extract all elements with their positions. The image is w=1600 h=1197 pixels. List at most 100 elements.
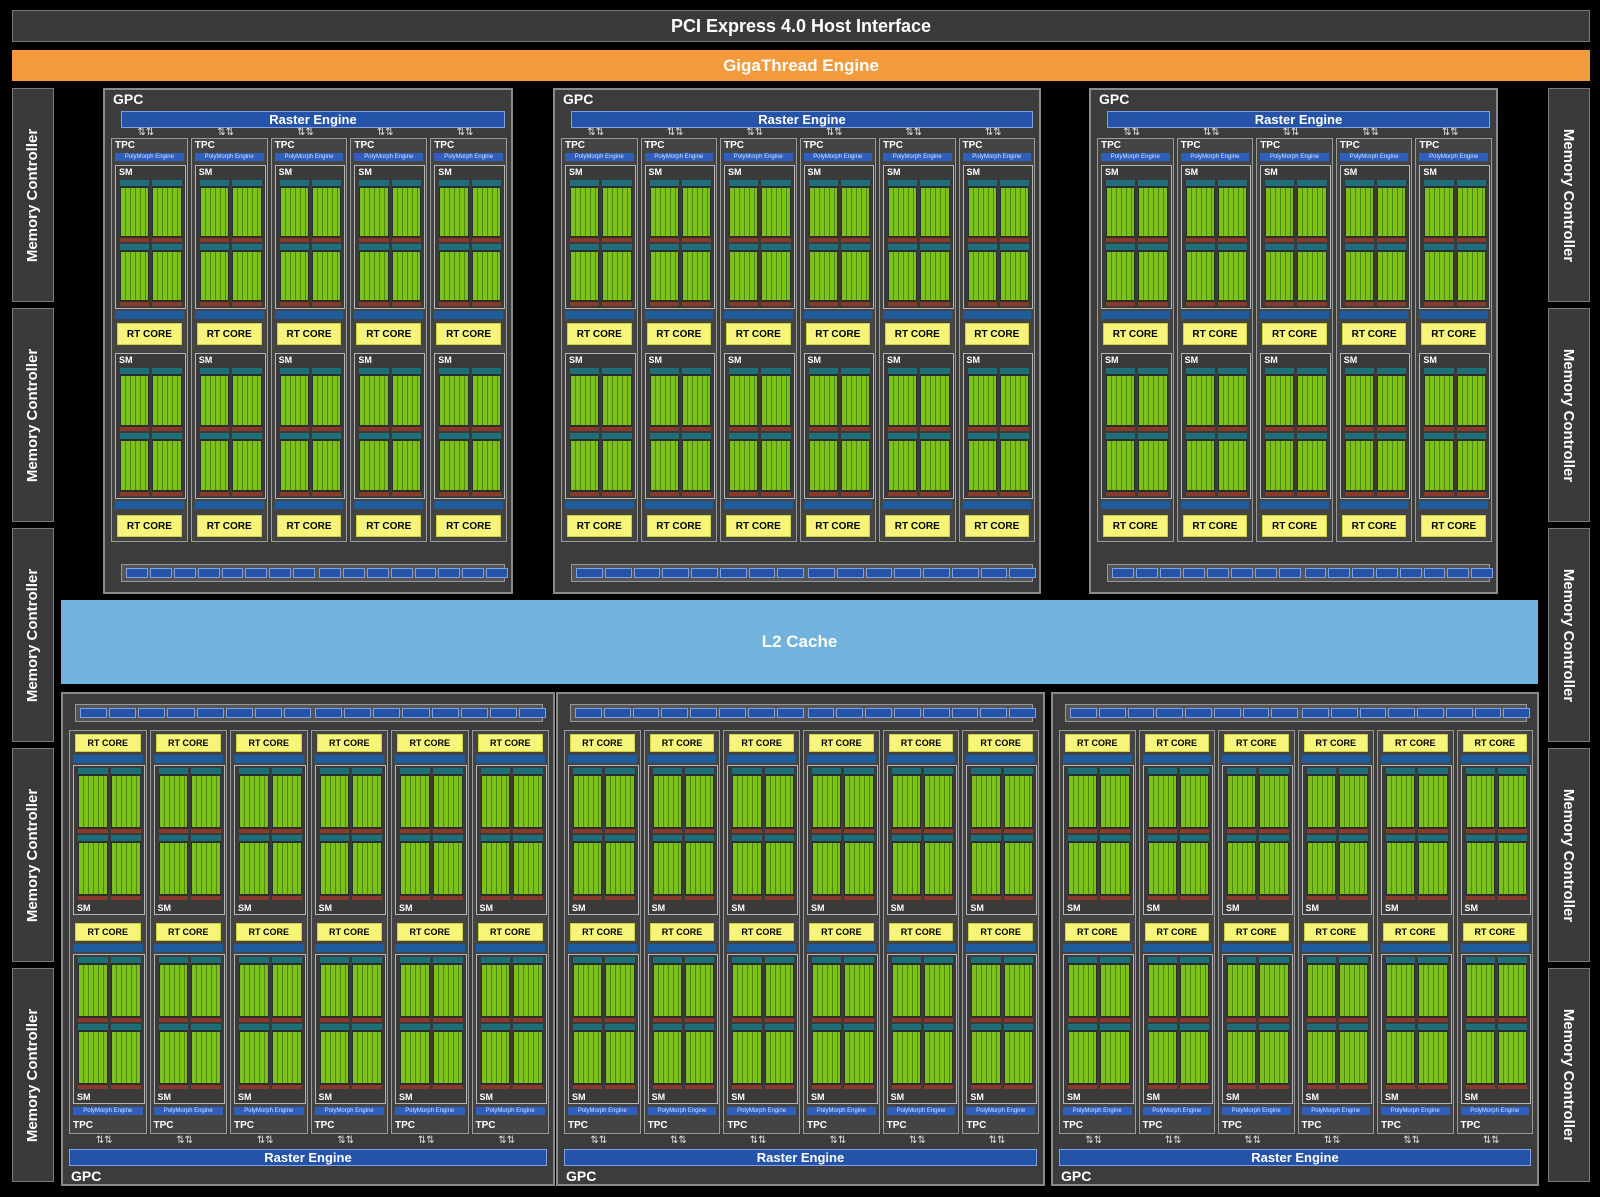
processing-block bbox=[844, 1024, 874, 1089]
sm-label: SM bbox=[1423, 167, 1437, 177]
processing-block bbox=[471, 180, 501, 242]
texture-unit-chip bbox=[1359, 708, 1387, 718]
rt-core: RT CORE bbox=[649, 734, 715, 752]
polymorph-engine: PolyMorph Engine bbox=[962, 153, 1031, 161]
sm: SM bbox=[803, 165, 874, 309]
arrow-icon: ⇅⇅ bbox=[176, 1135, 194, 1146]
cuda-cores bbox=[233, 441, 261, 490]
processing-block bbox=[1138, 368, 1168, 431]
cuda-cores bbox=[1466, 1032, 1494, 1083]
tensor-strip bbox=[311, 302, 342, 306]
processing-block bbox=[1497, 768, 1527, 833]
sm: SM bbox=[234, 954, 306, 1104]
tensor-strip bbox=[570, 492, 600, 496]
processing-block bbox=[1338, 1024, 1368, 1089]
processing-block bbox=[729, 433, 759, 496]
gpc-top-1: GPC Raster Engine ⇅⇅ TPC PolyMorph Engine SM R… bbox=[103, 88, 513, 594]
cuda-cores bbox=[606, 1032, 634, 1083]
cuda-cores bbox=[481, 965, 510, 1016]
rt-core: RT CORE bbox=[1224, 734, 1289, 752]
processing-block bbox=[971, 768, 1001, 833]
arrow-icon: ⇅⇅ bbox=[1403, 1135, 1421, 1146]
scheduler-strip bbox=[191, 1024, 221, 1030]
sm-label: SM bbox=[1184, 167, 1199, 177]
cuda-cores bbox=[653, 1032, 681, 1083]
tensor-strip bbox=[480, 1085, 511, 1089]
shared-memory-strip bbox=[194, 501, 264, 509]
tensor-strip bbox=[1068, 1085, 1098, 1089]
processing-block bbox=[239, 768, 269, 833]
cuda-cores bbox=[1186, 188, 1214, 236]
cuda-cores bbox=[1180, 965, 1208, 1016]
cuda-cores bbox=[845, 965, 873, 1016]
arrow-icon: ⇅⇅ bbox=[1244, 1135, 1262, 1146]
polymorph-engine: PolyMorph Engine bbox=[807, 1107, 876, 1115]
processing-block bbox=[120, 244, 150, 306]
processing-block bbox=[1138, 244, 1168, 306]
scheduler-strip bbox=[1456, 368, 1486, 374]
rt-core: RT CORE bbox=[1262, 323, 1327, 345]
processing-block bbox=[1344, 244, 1375, 306]
processing-block bbox=[1179, 768, 1209, 833]
polymorph-engine: PolyMorph Engine bbox=[314, 1107, 384, 1115]
sm: SM bbox=[153, 954, 225, 1104]
texture-unit-chip bbox=[80, 708, 108, 718]
scheduler-strip bbox=[920, 244, 950, 250]
memory-controller-left-1: Memory Controller bbox=[12, 88, 54, 302]
tensor-strip bbox=[1497, 829, 1527, 833]
processing-block bbox=[1147, 1024, 1177, 1089]
cuda-cores bbox=[1228, 1032, 1256, 1083]
tensor-strip bbox=[1338, 1085, 1368, 1089]
tensor-strip bbox=[602, 238, 632, 242]
tensor-strip bbox=[199, 238, 230, 242]
tensor-strip bbox=[840, 238, 870, 242]
texture-unit-chip bbox=[293, 568, 315, 578]
cuda-cores bbox=[233, 376, 261, 425]
polymorph-engine: PolyMorph Engine bbox=[234, 1107, 304, 1115]
shared-memory-strip bbox=[883, 311, 952, 319]
processing-block bbox=[439, 433, 469, 496]
pci-express-host-interface: PCI Express 4.0 Host Interface bbox=[12, 10, 1590, 42]
sm: SM bbox=[1381, 765, 1452, 915]
rt-core: RT CORE bbox=[1462, 923, 1527, 941]
tensor-strip bbox=[1147, 1085, 1177, 1089]
scheduler-strip bbox=[311, 433, 342, 439]
shared-memory-strip bbox=[1419, 311, 1488, 319]
tensor-strip bbox=[279, 492, 309, 496]
scheduler-strip bbox=[1338, 957, 1368, 963]
tpc: RT CORE SM RT CORE SM PolyMorph Engine TPC bbox=[882, 730, 960, 1134]
texture-unit-chip bbox=[167, 708, 195, 718]
tensor-strip bbox=[1297, 238, 1327, 242]
scheduler-strip bbox=[271, 1024, 302, 1030]
scheduler-strip bbox=[605, 1024, 635, 1030]
processing-block bbox=[920, 244, 950, 306]
cuda-cores bbox=[1186, 376, 1214, 425]
cuda-cores bbox=[571, 252, 599, 300]
processing-block bbox=[400, 1024, 430, 1089]
shared-memory-strip bbox=[1222, 944, 1291, 952]
tensor-strip bbox=[352, 1085, 382, 1089]
scheduler-strip bbox=[191, 957, 221, 963]
scheduler-strip bbox=[923, 835, 954, 841]
sm-label: SM bbox=[890, 1092, 905, 1102]
tensor-strip bbox=[1456, 302, 1486, 306]
processing-block bbox=[1185, 244, 1215, 306]
processing-block bbox=[1138, 180, 1168, 242]
texture-unit-chip bbox=[719, 568, 747, 578]
scheduler-strip bbox=[352, 835, 382, 841]
cuda-cores bbox=[1266, 441, 1294, 490]
sm-label: SM bbox=[970, 1092, 984, 1102]
tensor-strip bbox=[78, 829, 108, 833]
polymorph-engine: PolyMorph Engine bbox=[1063, 1107, 1132, 1115]
cuda-cores bbox=[650, 376, 678, 425]
cuda-cores bbox=[1466, 965, 1494, 1016]
cuda-cores bbox=[111, 776, 140, 827]
cuda-cores bbox=[921, 376, 949, 425]
arrow-icon: ⇅⇅ bbox=[217, 127, 234, 138]
polymorph-engine: PolyMorph Engine bbox=[1222, 1107, 1291, 1115]
tensor-strip bbox=[649, 492, 679, 496]
tensor-strip bbox=[967, 492, 997, 496]
processing-block bbox=[1386, 768, 1416, 833]
scheduler-strip bbox=[732, 835, 762, 841]
raster-engine: Raster Engine bbox=[121, 111, 505, 128]
